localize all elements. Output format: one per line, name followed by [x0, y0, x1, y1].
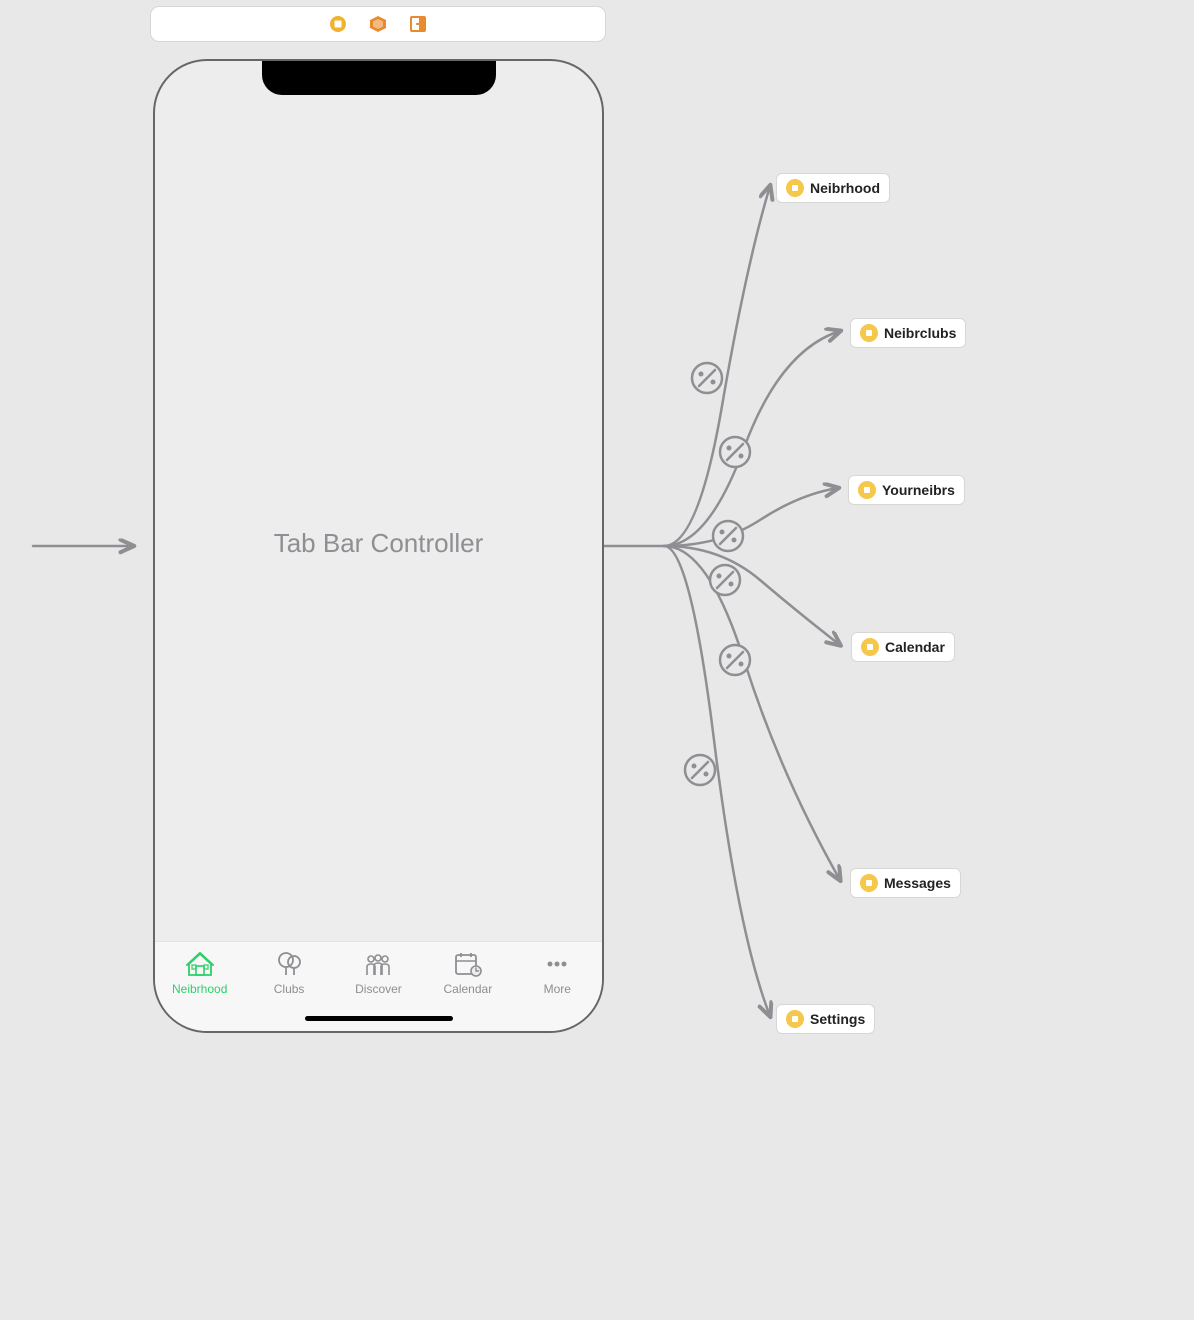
- destination-label: Yourneibrs: [882, 482, 955, 498]
- destination-neibrhood[interactable]: Neibrhood: [776, 173, 890, 203]
- destination-label: Neibrclubs: [884, 325, 956, 341]
- tab-discover[interactable]: Discover: [335, 950, 421, 996]
- destination-label: Calendar: [885, 639, 945, 655]
- controller-icon: [786, 1010, 804, 1028]
- calendar-icon: [453, 950, 483, 978]
- destination-messages[interactable]: Messages: [850, 868, 961, 898]
- exit-icon[interactable]: [409, 15, 427, 33]
- phone-notch: [262, 59, 496, 95]
- tab-more[interactable]: More: [514, 950, 600, 996]
- scene-toolbar[interactable]: [150, 6, 606, 42]
- scene-icon[interactable]: [329, 15, 347, 33]
- destination-settings[interactable]: Settings: [776, 1004, 875, 1034]
- destination-calendar[interactable]: Calendar: [851, 632, 955, 662]
- destination-label: Messages: [884, 875, 951, 891]
- controller-icon: [858, 481, 876, 499]
- more-icon: [542, 950, 572, 978]
- destination-yourneibrs[interactable]: Yourneibrs: [848, 475, 965, 505]
- people-icon: [363, 950, 393, 978]
- clubs-icon: [274, 950, 304, 978]
- tab-clubs[interactable]: Clubs: [246, 950, 332, 996]
- controller-icon: [860, 874, 878, 892]
- tab-label: Neibrhood: [172, 982, 227, 996]
- screen-title: Tab Bar Controller: [274, 528, 484, 559]
- controller-icon: [861, 638, 879, 656]
- tab-label: Calendar: [444, 982, 493, 996]
- destination-label: Settings: [810, 1011, 865, 1027]
- phone-frame[interactable]: Tab Bar Controller Neibrhood: [153, 59, 604, 1033]
- destination-neibrclubs[interactable]: Neibrclubs: [850, 318, 966, 348]
- tab-label: More: [544, 982, 571, 996]
- destination-label: Neibrhood: [810, 180, 880, 196]
- controller-icon: [786, 179, 804, 197]
- first-responder-icon[interactable]: [369, 15, 387, 33]
- storyboard-canvas: Tab Bar Controller Neibrhood: [0, 0, 1194, 1320]
- controller-icon: [860, 324, 878, 342]
- house-icon: [185, 950, 215, 978]
- tab-neibrhood[interactable]: Neibrhood: [157, 950, 243, 996]
- tab-label: Discover: [355, 982, 402, 996]
- home-indicator: [305, 1016, 453, 1021]
- tab-calendar[interactable]: Calendar: [425, 950, 511, 996]
- tab-label: Clubs: [274, 982, 305, 996]
